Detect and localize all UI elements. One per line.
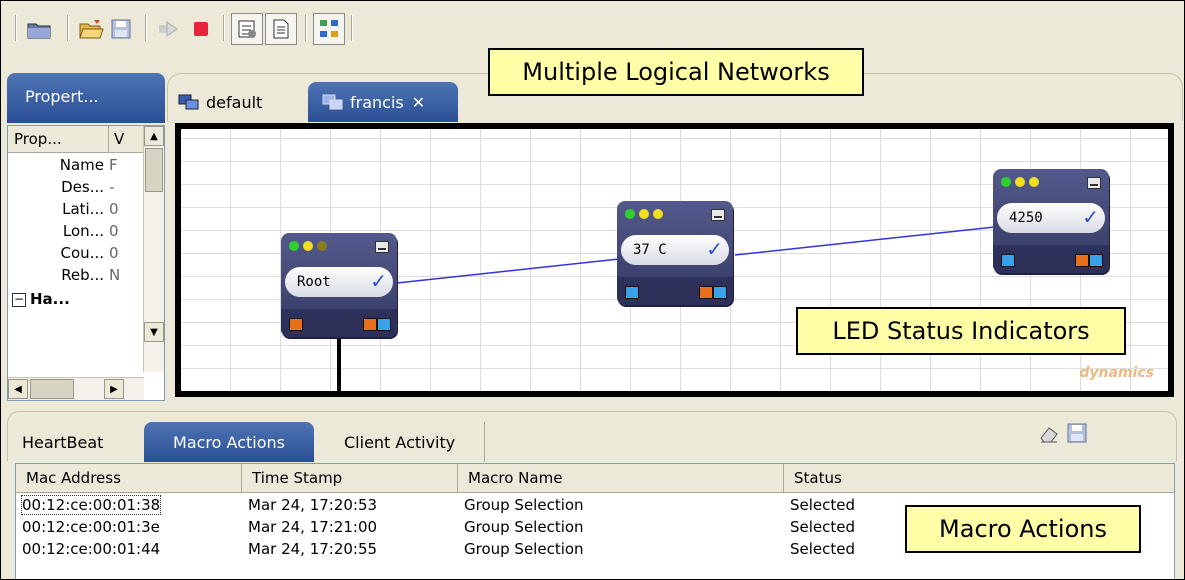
column-header-macro[interactable]: Macro Name: [458, 464, 784, 492]
port-blue-icon: [1001, 254, 1015, 267]
led-indicators: [289, 241, 327, 251]
toolbar-separator: [351, 15, 353, 41]
column-header-property[interactable]: Prop...: [14, 130, 62, 148]
port-blue-icon: [1089, 254, 1103, 267]
minimize-icon[interactable]: [375, 241, 389, 253]
led-indicators: [625, 209, 663, 219]
folder-icon[interactable]: [23, 13, 55, 45]
link-root-37c: [396, 258, 620, 284]
network-layout-icon[interactable]: [313, 13, 345, 45]
property-row[interactable]: Cou... 0: [8, 244, 144, 266]
properties-horizontal-scrollbar[interactable]: ◀ ▶: [8, 377, 144, 400]
port-orange-icon: [363, 318, 377, 331]
property-row[interactable]: Reb... N: [8, 266, 144, 288]
app-window: Multiple Logical Networks LED Status Ind…: [0, 0, 1185, 580]
led-yellow-icon: [1029, 177, 1039, 187]
open-folder-icon[interactable]: [75, 13, 107, 45]
port-orange-icon: [699, 286, 713, 299]
network-canvas[interactable]: Root ✓ 37 C ✓ 4250 ✓ dynamics: [175, 123, 1174, 397]
stop-icon[interactable]: [185, 13, 217, 45]
minimize-icon[interactable]: [1087, 177, 1101, 189]
minimize-icon[interactable]: [711, 209, 725, 221]
port-blue-icon: [377, 318, 391, 331]
scroll-thumb[interactable]: [30, 379, 74, 399]
led-green-icon: [1001, 177, 1011, 187]
property-row[interactable]: Lati... 0: [8, 200, 144, 222]
port-blue-icon: [713, 286, 727, 299]
scroll-right-icon[interactable]: ▶: [104, 379, 124, 399]
led-green-icon: [625, 209, 635, 219]
bottom-tabbar: HeartBeat Macro Actions Client Activity: [7, 411, 1177, 462]
network-node-root[interactable]: Root ✓: [281, 233, 397, 337]
led-green-icon: [289, 241, 299, 251]
network-panel: default francis ✕ Root ✓ 37 C ✓ 4250 ✓ d…: [167, 73, 1183, 406]
led-yellow-icon: [1015, 177, 1025, 187]
link-37c-4250: [734, 226, 996, 256]
properties-header: Prop... V: [8, 126, 144, 153]
network-icon: [322, 94, 343, 110]
led-yellow-icon: [303, 241, 313, 251]
properties-panel: Propert... Prop... V Name F Des... - Lati.…: [7, 73, 165, 401]
column-header-p[interactable]: P: [1174, 464, 1175, 492]
scroll-thumb[interactable]: [145, 148, 163, 192]
network-node-4250[interactable]: 4250 ✓: [993, 169, 1109, 273]
callout-macro-actions: Macro Actions: [905, 505, 1141, 553]
network-node-37c[interactable]: 37 C ✓: [617, 201, 733, 305]
play-icon[interactable]: [153, 13, 185, 45]
property-group-row[interactable]: − Ha...: [8, 290, 144, 312]
port-blue-icon: [625, 286, 639, 299]
watermark-logo: dynamics: [1079, 365, 1154, 381]
tab-client-activity[interactable]: Client Activity: [344, 422, 484, 462]
callout-multiple-networks: Multiple Logical Networks: [488, 48, 864, 96]
save-icon[interactable]: [105, 13, 137, 45]
toolbar-separator: [145, 15, 147, 41]
network-icon: [178, 94, 199, 110]
tab-properties[interactable]: Propert...: [7, 73, 165, 123]
bottom-panel: HeartBeat Macro Actions Client Activity …: [7, 411, 1183, 579]
check-icon: ✓: [370, 269, 387, 293]
led-indicators: [1001, 177, 1039, 187]
collapse-icon[interactable]: −: [12, 293, 26, 307]
table-header: Mac Address Time Stamp Macro Name Status…: [16, 464, 1175, 493]
properties-icon[interactable]: [231, 13, 263, 45]
eraser-icon[interactable]: [1038, 424, 1060, 448]
led-yellow-dim-icon: [317, 241, 327, 251]
column-header-value[interactable]: V: [114, 130, 124, 148]
properties-table: Prop... V Name F Des... - Lati... 0 Lon... 0…: [7, 125, 165, 401]
led-yellow-icon: [653, 209, 663, 219]
callout-led-status: LED Status Indicators: [796, 307, 1126, 355]
toolbar-separator: [223, 15, 225, 41]
property-row[interactable]: Lon... 0: [8, 222, 144, 244]
column-header-time[interactable]: Time Stamp: [242, 464, 458, 492]
column-header-status[interactable]: Status: [784, 464, 1174, 492]
tab-francis[interactable]: francis ✕: [308, 82, 458, 122]
column-header-mac[interactable]: Mac Address: [16, 464, 242, 492]
property-row[interactable]: Name F: [8, 156, 144, 178]
scroll-down-icon[interactable]: ▼: [144, 322, 164, 342]
tab-heartbeat[interactable]: HeartBeat: [22, 422, 132, 462]
port-orange-icon: [1075, 254, 1089, 267]
scroll-left-icon[interactable]: ◀: [8, 379, 28, 399]
toolbar-separator: [15, 15, 17, 41]
property-row[interactable]: Des... -: [8, 178, 144, 200]
toolbar-separator: [305, 15, 307, 41]
properties-vertical-scrollbar[interactable]: ▲ ▼: [143, 126, 164, 372]
toolbar-separator: [67, 15, 69, 41]
close-tab-icon[interactable]: ✕: [412, 93, 425, 112]
save-icon[interactable]: [1066, 422, 1088, 448]
scroll-up-icon[interactable]: ▲: [144, 126, 164, 146]
check-icon: ✓: [706, 237, 723, 261]
port-orange-icon: [289, 318, 303, 331]
tab-default[interactable]: default: [178, 82, 298, 122]
led-yellow-icon: [639, 209, 649, 219]
check-icon: ✓: [1082, 205, 1099, 229]
tab-macro-actions[interactable]: Macro Actions: [144, 422, 314, 462]
document-icon[interactable]: [265, 13, 297, 45]
